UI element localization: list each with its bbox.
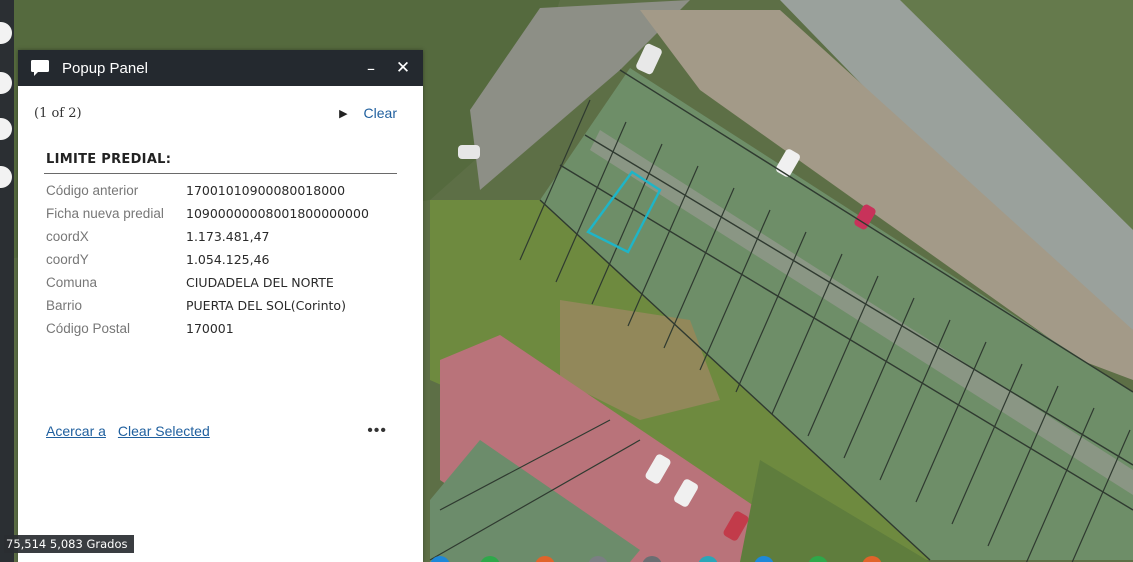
zoom-to-link[interactable]: Acercar a (46, 423, 106, 439)
popup-panel: Popup Panel – ✕ (1 of 2) ▶ Clear LIMITE … (18, 50, 423, 562)
attribute-value: CIUDADELA DEL NORTE (186, 275, 334, 290)
attribute-row: Código anterior 17001010900080018000 (44, 180, 397, 203)
attribute-value: 1.173.481,47 (186, 229, 270, 244)
popup-title: Popup Panel (62, 59, 148, 77)
left-edge-bar (0, 0, 14, 562)
next-arrow-icon[interactable]: ▶ (339, 107, 347, 120)
attribute-value: 1.054.125,46 (186, 252, 270, 267)
popup-actions: Acercar a Clear Selected ••• (46, 422, 387, 440)
attribute-value: 10900000008001800000000 (186, 206, 369, 221)
edge-tab[interactable] (0, 22, 12, 44)
attribute-key: coordY (46, 252, 89, 267)
attribute-row: Comuna CIUDADELA DEL NORTE (44, 272, 397, 295)
close-button[interactable]: ✕ (393, 50, 413, 86)
chat-icon (30, 59, 50, 77)
attribute-table: Código anterior 17001010900080018000 Ficha… (44, 180, 397, 341)
clear-selected-link[interactable]: Clear Selected (118, 423, 210, 439)
attribute-value: 17001010900080018000 (186, 183, 346, 198)
attribute-row: Barrio PUERTA DEL SOL(Corinto) (44, 295, 397, 318)
coordinate-readout: 75,514 5,083 Grados (4, 535, 134, 553)
minimize-button[interactable]: – (361, 50, 381, 86)
attribute-value: PUERTA DEL SOL(Corinto) (186, 298, 346, 313)
pager-label: (1 of 2) (34, 105, 82, 121)
attribute-key: Ficha nueva predial (46, 206, 164, 221)
attribute-row: Código Postal 170001 (44, 318, 397, 341)
edge-tab[interactable] (0, 118, 12, 140)
attribute-key: Barrio (46, 298, 83, 313)
attribute-row: coordX 1.173.481,47 (44, 226, 397, 249)
minimize-icon: – (367, 58, 375, 78)
attribute-key: Código anterior (46, 183, 139, 198)
close-icon: ✕ (395, 58, 411, 78)
more-icon[interactable]: ••• (367, 422, 387, 440)
attribute-row: Ficha nueva predial 109000000080018000000… (44, 203, 397, 226)
clear-link[interactable]: Clear (364, 105, 397, 121)
edge-tab[interactable] (0, 166, 12, 188)
popup-header[interactable]: Popup Panel – ✕ (18, 50, 423, 86)
attribute-value: 170001 (186, 321, 234, 336)
popup-pager-bar: (1 of 2) ▶ Clear (18, 86, 423, 140)
popup-content: LIMITE PREDIAL: Código anterior 170010109… (44, 146, 397, 341)
attribute-key: coordX (46, 229, 89, 244)
attribute-row: coordY 1.054.125,46 (44, 249, 397, 272)
attribute-key: Comuna (46, 275, 98, 290)
edge-tab[interactable] (0, 72, 12, 94)
section-title: LIMITE PREDIAL: (44, 146, 397, 174)
attribute-key: Código Postal (46, 321, 131, 336)
